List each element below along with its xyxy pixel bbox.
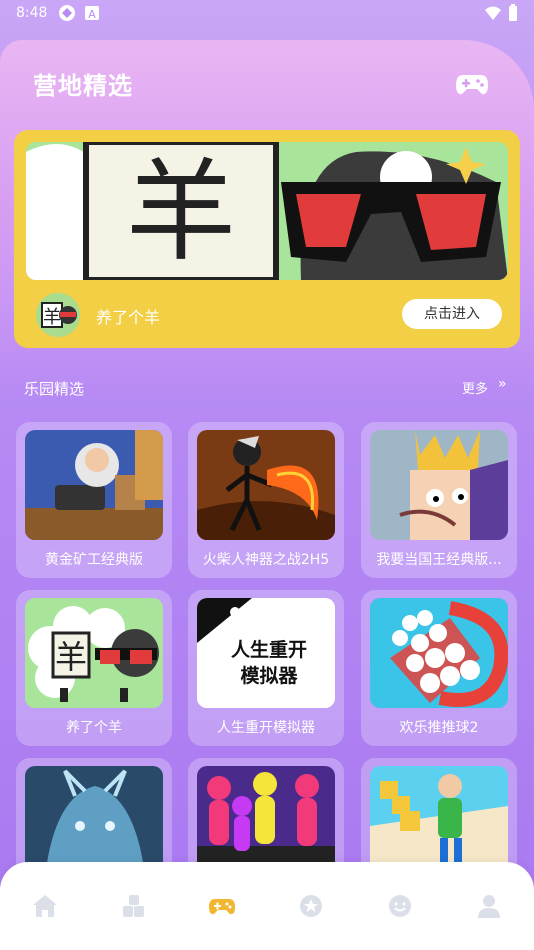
star-icon[interactable] bbox=[297, 892, 325, 920]
game-name: 黄金矿工经典版 bbox=[45, 552, 143, 568]
blocks-icon[interactable] bbox=[120, 892, 148, 920]
game-name: 火柴人神器之战2H5 bbox=[202, 552, 330, 568]
chevron-right-icon[interactable]: » bbox=[498, 376, 507, 392]
game-name: 养了个羊 bbox=[66, 720, 122, 736]
game-card[interactable]: 人生重开 模拟器 人生重开模拟器 bbox=[188, 590, 344, 746]
game-thumbnail bbox=[370, 766, 508, 876]
game-name: 欢乐推推球2 bbox=[399, 720, 479, 736]
enter-button[interactable]: 点击进入 bbox=[402, 299, 502, 329]
featured-game-avatar: 羊 bbox=[36, 293, 80, 337]
featured-game-name: 养了个羊 bbox=[96, 308, 161, 327]
app-notification-icon bbox=[59, 5, 75, 21]
status-time: 8:48 bbox=[16, 5, 48, 21]
game-card[interactable]: 火柴人神器之战2H5 bbox=[188, 422, 344, 578]
thumb-title-line2: 模拟器 bbox=[240, 664, 298, 687]
featured-banner[interactable]: 羊 bbox=[26, 142, 508, 280]
svg-text:A: A bbox=[88, 8, 96, 21]
game-name: 人生重开模拟器 bbox=[217, 720, 315, 736]
game-name: 我要当国王经典版... bbox=[376, 552, 502, 568]
game-thumbnail: 人生重开 模拟器 bbox=[197, 598, 335, 708]
game-thumbnail bbox=[25, 766, 163, 876]
featured-card[interactable]: 羊 羊 养了个羊 点击进入 bbox=[14, 130, 520, 348]
more-link[interactable]: 更多 bbox=[462, 378, 488, 397]
bottom-nav bbox=[0, 862, 534, 950]
gamepad-icon[interactable] bbox=[208, 892, 236, 920]
section-title: 乐园精选 bbox=[24, 380, 85, 398]
page-title: 营地精选 bbox=[33, 72, 133, 100]
thumb-title-line1: 人生重开 bbox=[231, 638, 307, 661]
status-bar: 8:48 A bbox=[0, 0, 534, 28]
gamepad-icon[interactable] bbox=[455, 70, 489, 98]
game-card[interactable]: 我要当国王经典版... bbox=[361, 422, 517, 578]
sheep-char: 羊 bbox=[55, 638, 87, 676]
sheep-char: 羊 bbox=[126, 148, 236, 276]
game-card[interactable]: 黄金矿工经典版 bbox=[16, 422, 172, 578]
game-card[interactable]: 欢乐推推球2 bbox=[361, 590, 517, 746]
sheep-char: 羊 bbox=[43, 307, 61, 328]
game-thumbnail bbox=[197, 430, 335, 540]
game-thumbnail bbox=[197, 766, 335, 876]
game-thumbnail: 羊 bbox=[25, 598, 163, 708]
battery-icon bbox=[509, 4, 517, 21]
game-card[interactable]: 羊 养了个羊 bbox=[16, 590, 172, 746]
game-thumbnail bbox=[370, 598, 508, 708]
wifi-icon bbox=[485, 6, 501, 20]
profile-icon[interactable] bbox=[475, 892, 503, 920]
featured-banner-art: 羊 bbox=[26, 142, 508, 280]
smile-icon[interactable] bbox=[386, 892, 414, 920]
home-icon[interactable] bbox=[31, 892, 59, 920]
a-notification-icon: A bbox=[85, 6, 99, 21]
game-thumbnail bbox=[370, 430, 508, 540]
game-thumbnail bbox=[25, 430, 163, 540]
